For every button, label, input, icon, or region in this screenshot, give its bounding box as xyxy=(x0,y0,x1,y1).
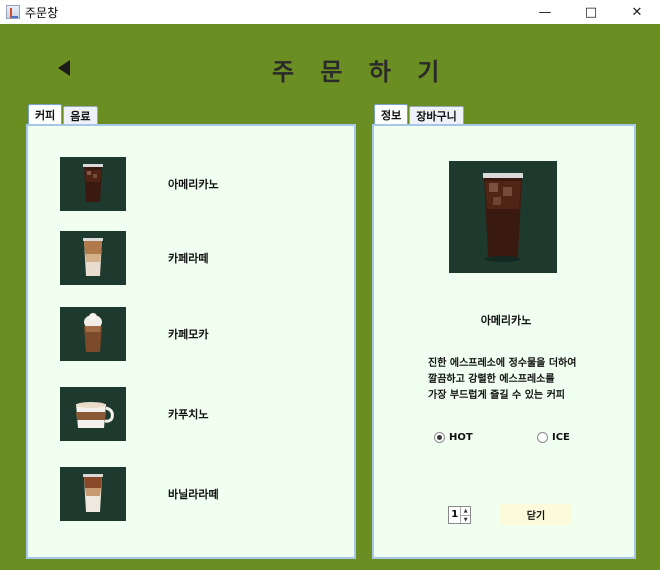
menu-item-label: 카푸치노 xyxy=(168,408,209,421)
detail-tabs: 정보 장바구니 xyxy=(374,104,465,124)
description-line: 진한 에스프레소에 정수물을 더하여 xyxy=(428,358,577,369)
menu-item-label: 카페라떼 xyxy=(168,252,209,265)
stepper-arrows: ▲ ▼ xyxy=(460,507,470,523)
description-line: 깔끔하고 강렬한 에스프레소를 xyxy=(428,374,555,385)
menu-item-label: 바닐라라떼 xyxy=(168,488,219,501)
titlebar: 주문창 — □ ✕ xyxy=(0,0,660,24)
menu-item-cafe-latte[interactable]: 카페라떼 xyxy=(60,230,330,286)
radio-label: ICE xyxy=(552,432,570,443)
java-app-icon xyxy=(6,5,20,19)
order-window: 주문창 — □ ✕ 주 문 하 기 커피 음료 아메리카노 카페라떼 카페모카 … xyxy=(0,0,660,570)
back-button[interactable] xyxy=(58,60,72,78)
radio-unselected-icon xyxy=(537,432,548,443)
detail-panel: 아메리카노 진한 에스프레소에 정수물을 더하여 깔끔하고 강렬한 에스프레소를… xyxy=(372,124,636,559)
hot-option[interactable]: HOT xyxy=(434,432,473,443)
window-title: 주문창 xyxy=(25,5,59,20)
quantity-stepper[interactable]: 1 ▲ ▼ xyxy=(448,506,471,524)
vanilla-latte-thumbnail xyxy=(60,467,126,521)
increment-icon[interactable]: ▲ xyxy=(461,507,470,515)
window-controls: — □ ✕ xyxy=(522,0,660,24)
menu-item-americano[interactable]: 아메리카노 xyxy=(60,156,330,212)
quantity-value[interactable]: 1 xyxy=(449,507,460,523)
maximize-button[interactable]: □ xyxy=(568,0,614,24)
tab-coffee[interactable]: 커피 xyxy=(28,104,63,124)
radio-label: HOT xyxy=(449,432,473,443)
americano-thumbnail xyxy=(60,157,126,211)
close-window-button[interactable]: ✕ xyxy=(614,0,660,24)
menu-item-vanilla-latte[interactable]: 바닐라라떼 xyxy=(60,466,330,522)
tab-info[interactable]: 정보 xyxy=(374,104,409,124)
menu-item-label: 아메리카노 xyxy=(168,178,219,191)
menu-item-label: 카페모카 xyxy=(168,328,209,341)
selected-drink-image xyxy=(449,161,557,273)
tab-cart[interactable]: 장바구니 xyxy=(409,106,464,124)
decrement-icon[interactable]: ▼ xyxy=(461,515,470,523)
cafe-mocha-thumbnail xyxy=(60,307,126,361)
menu-panel: 아메리카노 카페라떼 카페모카 카푸치노 바닐라라떼 xyxy=(26,124,356,559)
radio-selected-icon xyxy=(434,432,445,443)
minimize-button[interactable]: — xyxy=(522,0,568,24)
back-arrow-icon xyxy=(58,60,70,76)
maximize-icon: □ xyxy=(584,4,598,20)
close-button[interactable]: 닫기 xyxy=(500,504,572,525)
page-title: 주 문 하 기 xyxy=(272,58,449,86)
selected-drink-name: 아메리카노 xyxy=(480,314,532,327)
drink-description: 진한 에스프레소에 정수물을 더하여 깔끔하고 강렬한 에스프레소를 가장 부드… xyxy=(428,356,628,404)
cafe-latte-thumbnail xyxy=(60,231,126,285)
menu-item-cafe-mocha[interactable]: 카페모카 xyxy=(60,306,330,362)
close-icon: ✕ xyxy=(631,4,643,20)
menu-tabs: 커피 음료 xyxy=(28,104,99,124)
menu-item-cappuccino[interactable]: 카푸치노 xyxy=(60,386,330,442)
minimize-icon: — xyxy=(538,4,552,20)
ice-option[interactable]: ICE xyxy=(537,432,570,443)
description-line: 가장 부드럽게 즐길 수 있는 커피 xyxy=(428,390,566,401)
tab-beverage[interactable]: 음료 xyxy=(63,106,98,124)
cappuccino-thumbnail xyxy=(60,387,126,441)
